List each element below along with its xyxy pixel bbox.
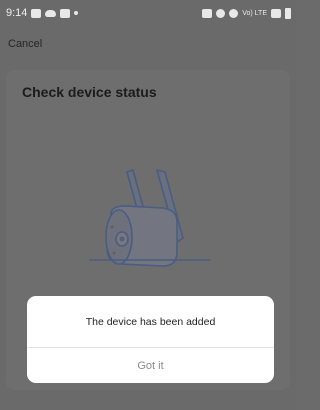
- status-bar-right: Vo) LTE: [202, 7, 291, 19]
- dialog-message: The device has been added: [27, 296, 274, 348]
- photo-notification-icon: [60, 8, 71, 18]
- bluetooth-icon: [216, 8, 226, 18]
- status-bar: 9:14 Vo) LTE: [0, 0, 297, 26]
- signal-icon: [271, 8, 281, 18]
- battery-icon: [285, 7, 291, 19]
- dot-icon: [74, 11, 79, 15]
- status-time: 9:14: [6, 7, 28, 19]
- page-title: Check device status: [22, 84, 157, 100]
- cancel-button[interactable]: Cancel: [8, 38, 42, 50]
- security-camera-icon: [85, 160, 215, 280]
- image-notification-icon: [31, 8, 42, 18]
- confirmation-dialog: The device has been added Got it: [27, 296, 274, 383]
- wifi-icon: [229, 8, 239, 18]
- network-label: Vo) LTE: [242, 9, 267, 17]
- alarm-icon: [202, 8, 213, 18]
- status-bar-left: 9:14: [6, 7, 79, 19]
- camera-body: [105, 205, 178, 267]
- screen: 9:14 Vo) LTE Cancel Check device status: [0, 0, 297, 410]
- cloud-icon: [45, 9, 57, 17]
- got-it-button[interactable]: Got it: [27, 348, 274, 383]
